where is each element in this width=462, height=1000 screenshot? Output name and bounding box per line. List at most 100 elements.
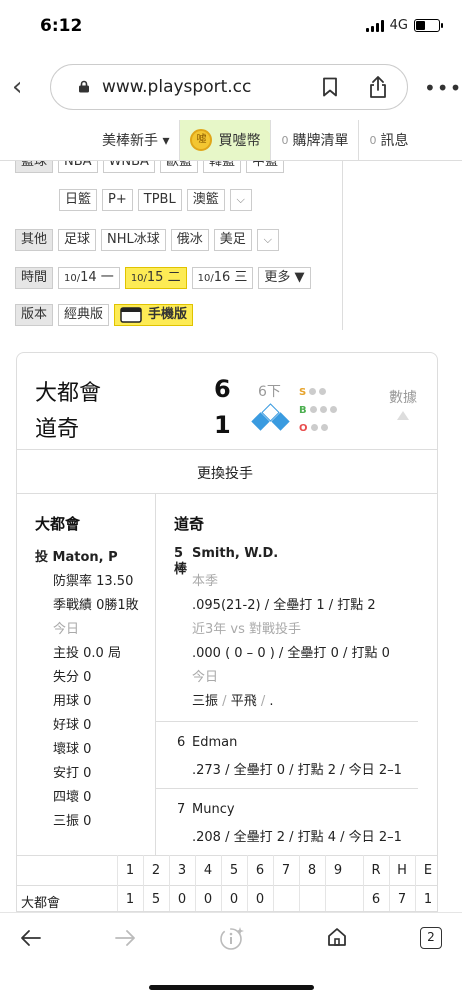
- away-team-name: 大都會: [35, 381, 102, 406]
- collapse-arrow-icon[interactable]: [397, 411, 409, 420]
- bookmark-icon[interactable]: [322, 77, 338, 97]
- filter-divider: [342, 160, 343, 330]
- divider: [156, 788, 418, 789]
- expand-chevron-icon[interactable]: ⌵: [256, 229, 279, 251]
- filter-label-basketball: 籃球: [15, 161, 54, 173]
- stats-link[interactable]: 數據: [389, 387, 417, 407]
- grid-line: [273, 855, 274, 911]
- filter-russia-hockey[interactable]: 俄冰: [170, 229, 209, 251]
- batter-name[interactable]: Smith, W.D.: [192, 546, 278, 561]
- filter-euro-basketball[interactable]: 歐籃: [159, 161, 198, 173]
- batter-today-label: 今日: [192, 670, 219, 685]
- next-batter-name[interactable]: Edman: [192, 735, 237, 750]
- inning-score: 0: [255, 892, 265, 907]
- nav-messages[interactable]: 0 訊息: [358, 120, 418, 160]
- filter-tpbl[interactable]: TPBL: [137, 189, 182, 211]
- forward-arrow-icon[interactable]: [114, 929, 136, 947]
- date-chip-selected[interactable]: 10/15 二: [124, 267, 187, 289]
- grid-line: [299, 855, 300, 911]
- pitcher-today-stat: 安打 0: [53, 766, 92, 781]
- info-sparkle-icon[interactable]: [219, 925, 245, 951]
- filter-japan-basketball[interactable]: 日籃: [59, 189, 98, 211]
- filter-korea-basketball[interactable]: 韓籃: [202, 161, 241, 173]
- lock-icon: [79, 80, 89, 93]
- nav-buy-coins[interactable]: 噓 買噓幣: [179, 120, 271, 160]
- batter-vs-stats: .000 ( 0 – 0 ) / 全壘打 0 / 打點 0: [192, 646, 390, 661]
- pitcher-today-stat: 失分 0: [53, 670, 92, 685]
- filter-australia-basketball[interactable]: 澳籃: [186, 189, 225, 211]
- url-text[interactable]: www.playsport.cc: [102, 77, 251, 97]
- filter-panel: 籃球 NBA WNBA 歐籃 韓籃 中籃 日籃 P+ TPBL 澳籃 ⌵ 其他 …: [0, 161, 462, 341]
- next-batter-stats: .273 / 全壘打 0 / 打點 2 / 今日 2–1: [192, 763, 402, 778]
- classic-version-button[interactable]: 經典版: [58, 304, 110, 326]
- inning-header: 1: [125, 863, 135, 878]
- pitcher-today-stat: 壞球 0: [53, 742, 92, 757]
- pitcher-era: 防禦率 13.50: [53, 574, 134, 589]
- divider: [17, 449, 437, 450]
- browser-back-chevron-icon[interactable]: ‹: [12, 72, 22, 102]
- filter-p-plus[interactable]: P+: [102, 189, 133, 211]
- filter-wnba[interactable]: WNBA: [102, 161, 155, 173]
- filter-nhl[interactable]: NHL冰球: [101, 229, 166, 251]
- share-icon[interactable]: [368, 75, 388, 99]
- home-indicator: [149, 985, 314, 990]
- filter-label-other: 其他: [15, 229, 54, 251]
- inning-score: 0: [177, 892, 187, 907]
- inning-header: 2: [151, 863, 161, 878]
- divider: [17, 885, 437, 886]
- nav-label: 美棒新手 ▾: [102, 133, 170, 149]
- inning-score: 0: [229, 892, 239, 907]
- more-options-icon[interactable]: •••: [424, 76, 462, 100]
- nav-label: 訊息: [380, 133, 409, 149]
- scoreboard-away-team: 大都會: [21, 896, 61, 911]
- total-score: 7: [397, 892, 407, 907]
- pitcher-team-name: 大都會: [35, 515, 81, 533]
- count-badge: 0: [281, 133, 289, 147]
- nav-baseball-newbie[interactable]: 美棒新手 ▾: [92, 120, 179, 160]
- home-team-name: 道奇: [35, 417, 80, 442]
- back-arrow-icon[interactable]: [20, 929, 42, 947]
- away-score: 6: [214, 375, 231, 403]
- expand-chevron-icon[interactable]: ⌵: [229, 189, 252, 211]
- scoreboard-table: 1 2 3 4 5 6 7 8 9 R H E 大都會 1 5 0 0 0 0 6 7 1: [17, 855, 437, 911]
- nav-label: 購牌清單: [292, 133, 349, 149]
- status-indicators: 4G: [365, 18, 443, 33]
- filter-label-time: 時間: [15, 267, 54, 289]
- home-score: 1: [214, 411, 231, 439]
- grid-line: [325, 855, 326, 911]
- filter-american-football[interactable]: 美足: [213, 229, 252, 251]
- next-batter-name[interactable]: Muncy: [192, 802, 235, 817]
- total-score: 6: [371, 892, 381, 907]
- filter-china-basketball[interactable]: 中籃: [245, 161, 284, 173]
- date-chip[interactable]: 10/16 三: [191, 267, 254, 289]
- status-time: 6:12: [40, 16, 83, 36]
- panel-divider: [155, 493, 156, 855]
- inning-header: 5: [229, 863, 239, 878]
- inning-header: 4: [203, 863, 213, 878]
- inning-header: 6: [255, 863, 265, 878]
- inning-header: 3: [177, 863, 187, 878]
- signal-icon: [365, 19, 384, 32]
- next-batter-order: 6: [177, 735, 186, 750]
- filter-soccer[interactable]: 足球: [58, 229, 97, 251]
- network-label: 4G: [389, 18, 408, 33]
- mobile-version-button[interactable]: 手機版: [114, 304, 194, 326]
- more-dates-button[interactable]: 更多 ▼: [258, 267, 311, 289]
- pitcher-record: 季戰績 0勝1敗: [53, 598, 139, 613]
- divider: [17, 493, 437, 494]
- inning-score: 1: [125, 892, 135, 907]
- nav-label: 買噓幣: [218, 133, 261, 149]
- total-header: R: [371, 863, 381, 878]
- pitcher-name[interactable]: 投 Maton, P: [35, 546, 118, 565]
- batter-today-results: 三振 / 平飛 / .: [192, 694, 274, 709]
- home-icon[interactable]: [326, 926, 348, 948]
- pitcher-today-stat: 好球 0: [53, 718, 92, 733]
- next-batter-order: 7: [177, 802, 186, 817]
- nav-purchase-list[interactable]: 0 購牌清單: [270, 120, 358, 160]
- site-top-nav: 美棒新手 ▾ 噓 買噓幣 0 購牌清單 0 訊息: [92, 120, 418, 160]
- date-chip[interactable]: 10/14 一: [58, 267, 120, 289]
- change-pitcher-button[interactable]: 更換投手: [197, 463, 253, 483]
- tabs-count-button[interactable]: 2: [420, 927, 442, 949]
- filter-nba[interactable]: NBA: [58, 161, 98, 173]
- total-score: 1: [423, 892, 433, 907]
